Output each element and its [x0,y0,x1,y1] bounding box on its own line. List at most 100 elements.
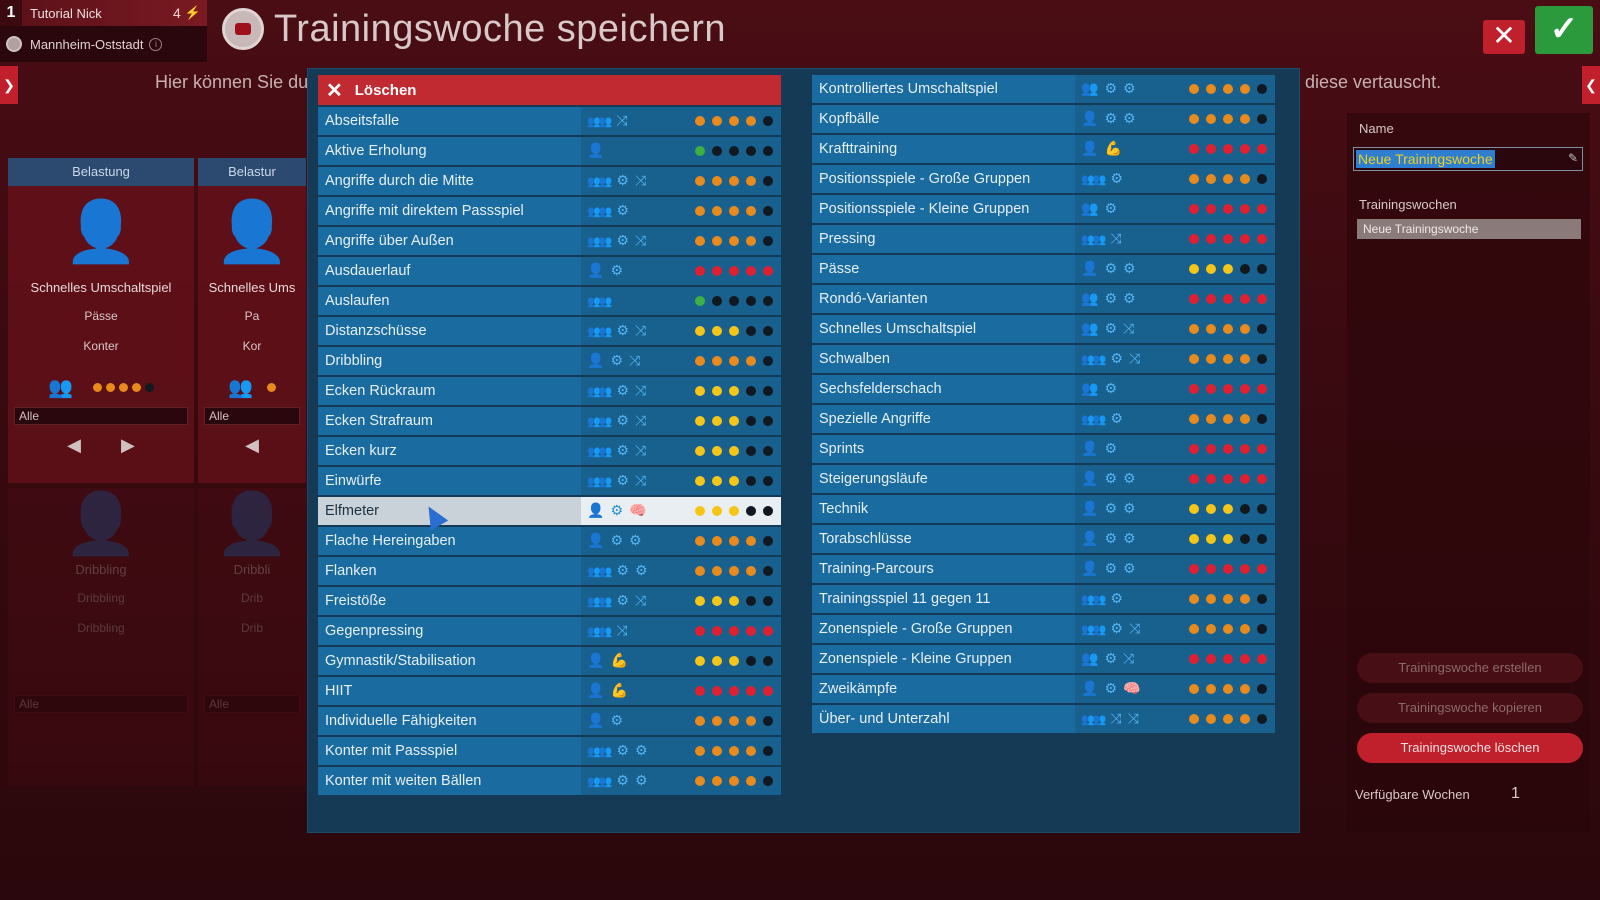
chevron-left-icon[interactable]: ❯ [0,66,18,104]
intensity-dot [746,746,756,756]
training-slot-card[interactable]: 👤 Dribbli Drib Drib Alle [198,488,306,786]
exercise-row[interactable]: HIIT 👤 💪 [318,677,781,705]
intensity-dot [1240,654,1250,664]
person-icon: 👤 [1081,501,1099,517]
exercise-row[interactable]: Ecken kurz 👥👥 ⚙ ⤨ [318,437,781,465]
intensity-dot [1189,594,1199,604]
exercise-row[interactable]: Angriffe mit direktem Passspiel 👥👥 ⚙ [318,197,781,225]
intensity-dot [729,416,739,426]
card-filter-select[interactable]: Alle [14,407,188,425]
prev-arrow-icon[interactable]: ◀ [245,435,259,456]
exercise-row[interactable]: Kopfbälle 👤 ⚙ ⚙ [812,105,1275,133]
edit-pencil-icon[interactable]: ✎ [1568,151,1578,165]
exercise-row[interactable]: Schnelles Umschaltspiel 👥 ⚙ ⤨ [812,315,1275,343]
exercise-row[interactable]: Einwürfe 👥👥 ⚙ ⤨ [318,467,781,495]
player-icon: 👤 [214,197,290,265]
delete-exercise-button[interactable]: ✕ Löschen [318,75,781,105]
exercise-row[interactable]: Zonenspiele - Große Gruppen 👥👥 ⚙ ⤨ [812,615,1275,643]
exercise-row[interactable]: Konter mit Passspiel 👥👥 ⚙ ⚙ [318,737,781,765]
card-attribute: Pa [244,309,260,323]
exercise-row[interactable]: Rondó-Varianten 👥 ⚙ ⚙ [812,285,1275,313]
exercise-row[interactable]: Schwalben 👥👥 ⚙ ⤨ [812,345,1275,373]
exercise-icons: 👤 ⚙ [581,714,693,728]
exercise-row[interactable]: Auslaufen 👥👥 [318,287,781,315]
card-filter-select[interactable]: Alle [204,695,300,713]
exercise-row[interactable]: Abseitsfalle 👥👥 ⤨ [318,107,781,135]
exercise-row[interactable]: Steigerungsläufe 👤 ⚙ ⚙ [812,465,1275,493]
exercise-icons: 👤 ⚙ ⚙ [1075,472,1187,486]
intensity-dot [729,686,739,696]
exercise-row[interactable]: Konter mit weiten Bällen 👥👥 ⚙ ⚙ [318,767,781,795]
close-button[interactable]: ✕ [1483,20,1525,54]
info-icon[interactable]: i [149,37,163,51]
intensity-dot [729,326,739,336]
exercise-name: Gymnastik/Stabilisation [318,647,581,675]
available-weeks-value: 1 [1511,785,1520,802]
exercise-row[interactable]: Flache Hereingaben 👤 ⚙ ⚙ [318,527,781,555]
training-slot-card[interactable]: 👤 Dribbling Dribbling Dribbling Alle [8,488,194,786]
week-name-input[interactable]: Neue Trainingswoche ✎ [1353,147,1583,171]
exercise-row[interactable]: Technik 👤 ⚙ ⚙ [812,495,1275,523]
exercise-icons: 👥👥 ⤨ [581,114,693,128]
copy-week-button[interactable]: Trainingswoche kopieren [1357,693,1583,723]
exercise-row[interactable]: Aktive Erholung 👤 [318,137,781,165]
training-slot-card[interactable]: Belastur 👤 Schnelles Ums Pa Kor 👥 Alle ◀ [198,158,306,483]
exercise-row[interactable]: Elfmeter 👤 ⚙ 🧠 [318,497,781,525]
chevron-right-icon[interactable]: ❮ [1582,66,1600,104]
exercise-row[interactable]: Torabschlüsse 👤 ⚙ ⚙ [812,525,1275,553]
exercise-row[interactable]: Freistöße 👥👥 ⚙ ⤨ [318,587,781,615]
card-attribute: Kor [242,339,262,353]
manager-row: 1 Tutorial Nick 4 ⚡ [0,0,207,26]
exercise-row[interactable]: Angriffe durch die Mitte 👥👥 ⚙ ⤨ [318,167,781,195]
team-icon: 👥👥 [587,114,612,128]
delete-week-button[interactable]: Trainingswoche löschen [1357,733,1583,763]
exercise-row[interactable]: Zonenspiele - Kleine Gruppen 👥 ⚙ ⤨ [812,645,1275,673]
club-crest-icon [222,8,264,50]
exercise-row[interactable]: Positionsspiele - Kleine Gruppen 👥 ⚙ [812,195,1275,223]
intensity-dot [695,536,705,546]
exercise-name: Ecken Strafraum [318,407,581,435]
exercise-icons: 👥👥 ⚙ ⤨ [581,444,693,458]
next-arrow-icon[interactable]: ▶ [121,435,135,456]
exercise-row[interactable]: Pressing 👥👥 ⤨ [812,225,1275,253]
card-filter-select[interactable]: Alle [14,695,188,713]
exercise-icons: 👥 ⚙ ⚙ [1075,292,1187,306]
exercise-row[interactable]: Training-Parcours 👤 ⚙ ⚙ [812,555,1275,583]
exercise-row[interactable]: Ausdauerlauf 👤 ⚙ [318,257,781,285]
intensity-dot [695,716,705,726]
intensity-dot [695,506,705,516]
person-icon: 👤 [587,143,605,159]
exercise-row[interactable]: Sprints 👤 ⚙ [812,435,1275,463]
training-slot-card[interactable]: Belastung 👤 Schnelles Umschaltspiel Päss… [8,158,194,483]
exercise-row[interactable]: Angriffe über Außen 👥👥 ⚙ ⤨ [318,227,781,255]
prev-arrow-icon[interactable]: ◀ [67,435,81,456]
intensity-dot [1206,84,1216,94]
week-list-item[interactable]: Neue Trainingswoche [1357,219,1581,239]
exercise-row[interactable]: Über- und Unterzahl 👥👥 ⤨ ⤨ [812,705,1275,733]
card-attribute: Konter [83,339,119,353]
exercise-row[interactable]: Ecken Strafraum 👥👥 ⚙ ⤨ [318,407,781,435]
exercise-row[interactable]: Positionsspiele - Große Gruppen 👥👥 ⚙ [812,165,1275,193]
exercise-row[interactable]: Zweikämpfe 👤 ⚙ 🧠 [812,675,1275,703]
card-filter-select[interactable]: Alle [204,407,300,425]
exercise-row[interactable]: Pässe 👤 ⚙ ⚙ [812,255,1275,283]
exercise-row[interactable]: Ecken Rückraum 👥👥 ⚙ ⤨ [318,377,781,405]
person-icon: 👤 [1081,471,1099,487]
exercise-row[interactable]: Sechsfelderschach 👥 ⚙ [812,375,1275,403]
intensity-dot [763,326,773,336]
exercise-row[interactable]: Kontrolliertes Umschaltspiel 👥 ⚙ ⚙ [812,75,1275,103]
exercise-row[interactable]: Gegenpressing 👥👥 ⤨ [318,617,781,645]
manager-box[interactable]: 1 Tutorial Nick 4 ⚡ Mannheim-Oststadt i [0,0,207,62]
create-week-button[interactable]: Trainingswoche erstellen [1357,653,1583,683]
exercise-row[interactable]: Distanzschüsse 👥👥 ⚙ ⤨ [318,317,781,345]
exercise-row[interactable]: Gymnastik/Stabilisation 👤 💪 [318,647,781,675]
exercise-row[interactable]: Trainingsspiel 11 gegen 11 👥👥 ⚙ [812,585,1275,613]
exercise-row[interactable]: Spezielle Angriffe 👥👥 ⚙ [812,405,1275,433]
exercise-row[interactable]: Individuelle Fähigkeiten 👤 ⚙ [318,707,781,735]
exercise-icons: 👥👥 ⚙ ⤨ [1075,352,1187,366]
exercise-row[interactable]: Krafttraining 👤 💪 [812,135,1275,163]
exercise-row[interactable]: Dribbling 👤 ⚙ ⤨ [318,347,781,375]
exercise-row[interactable]: Flanken 👥👥 ⚙ ⚙ [318,557,781,585]
confirm-button[interactable]: ✓ [1535,6,1593,54]
club-name: Mannheim-Oststadt [30,36,144,52]
